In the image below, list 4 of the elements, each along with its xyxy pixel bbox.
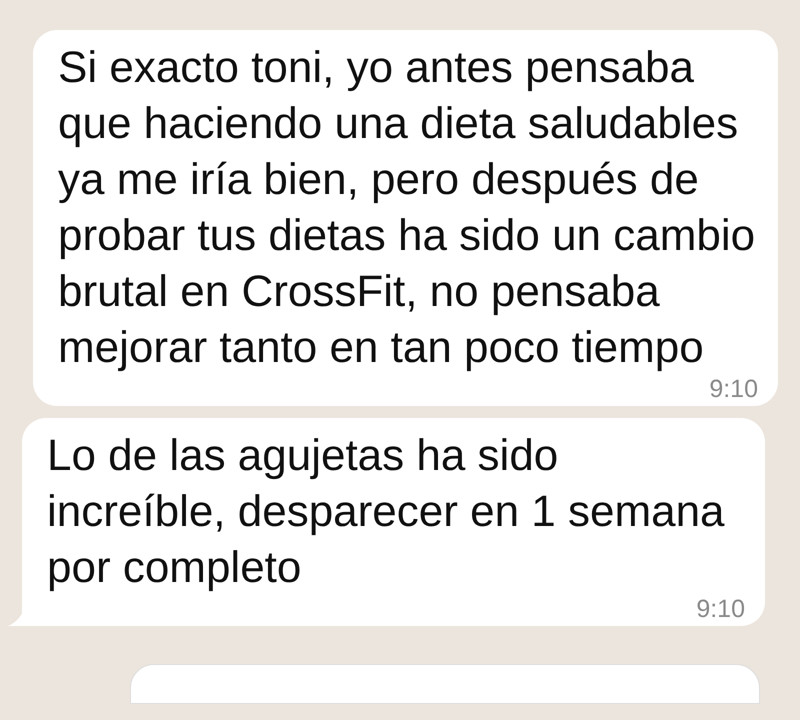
message-text: Lo de las agujetas ha sido increíble, desparecer en 1 semana por completo — [47, 430, 726, 594]
message-time: 9:10 — [709, 376, 758, 402]
message-time: 9:10 — [696, 596, 745, 622]
message-text: Si exacto toni, yo antes pensaba que haciendo una dieta saludables ya me iría bien, pero después de probar tus dietas ha sido un cambio brutal en CrossFit, no pensaba mejorar tanto en tan poco tiempo — [58, 42, 756, 374]
